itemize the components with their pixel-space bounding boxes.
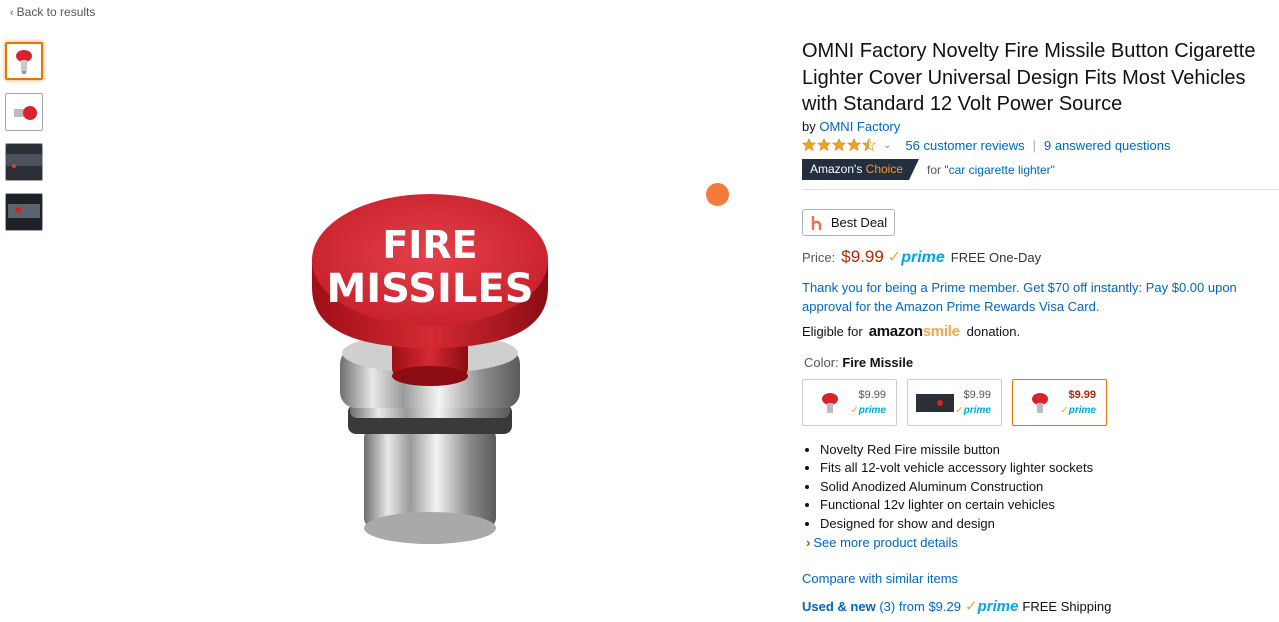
smile-logo-text: smile <box>922 323 960 340</box>
used-count-link[interactable]: (3) <box>879 599 895 614</box>
color-label: Color: Fire Missile <box>804 355 913 370</box>
star-full-icon <box>847 138 861 152</box>
prime-label: prime <box>977 598 1019 615</box>
amazons-choice-badge[interactable]: Amazon's Choice <box>802 159 910 180</box>
badge-choice: Choice <box>865 162 904 176</box>
honey-icon <box>811 215 822 230</box>
shipping-text: FREE One-Day <box>950 249 1042 265</box>
button-text-line2: MISSILES <box>326 266 533 312</box>
used-from-price[interactable]: from $9.29 <box>899 599 961 614</box>
prime-logo: ✓prime <box>888 247 945 267</box>
main-product-image[interactable]: FIRE MISSILES <box>300 188 562 550</box>
color-selected: Fire Missile <box>842 355 914 370</box>
free-shipping-text: FREE Shipping <box>1022 598 1112 614</box>
star-full-icon <box>802 138 816 152</box>
chevron-down-icon[interactable]: ⌄ <box>883 140 891 151</box>
amazonsmile-row: Eligible for amazonsmile donation. <box>802 323 1020 340</box>
used-and-new-row: Used & new (3) from $9.29 ✓prime FREE Sh… <box>802 597 1111 615</box>
for-prefix: for <box>927 162 942 177</box>
best-deal-label: Best Deal <box>830 215 888 230</box>
divider <box>802 189 1279 190</box>
feature-bullet: Functional 12v lighter on certain vehicl… <box>820 496 1093 514</box>
feature-bullet: Novelty Red Fire missile button <box>820 441 1093 459</box>
choice-for-text: for "car cigarette lighter" <box>927 163 1055 177</box>
questions-link[interactable]: 9 answered questions <box>1044 138 1170 153</box>
star-half-icon <box>862 138 876 152</box>
thumbnail-4[interactable] <box>5 193 43 231</box>
price-value: $9.99 <box>841 247 884 266</box>
swatch-price: $9.99 <box>963 389 991 401</box>
prime-label: prime <box>901 249 945 266</box>
chevron-right-icon: › <box>806 535 811 550</box>
swatch-lighter-icon <box>1032 393 1048 413</box>
thumbnail-1[interactable] <box>5 42 43 80</box>
badge-amazons: Amazon's <box>810 162 863 176</box>
thumbnail-3[interactable] <box>5 143 43 181</box>
dashboard-thumbnail-icon <box>6 144 42 180</box>
zoom-indicator[interactable] <box>706 183 729 206</box>
swatch-prime-logo: ✓prime <box>1060 405 1096 416</box>
see-more-label: See more product details <box>813 535 958 550</box>
by-prefix: by <box>802 119 816 134</box>
color-swatch-dashboard[interactable]: $9.99 ✓prime <box>907 379 1002 426</box>
swatch-price: $9.99 <box>1068 389 1096 401</box>
color-swatch-fire-missile[interactable]: $9.99 ✓prime <box>1012 379 1107 426</box>
byline: by OMNI Factory <box>802 119 900 134</box>
prime-check-icon: ✓ <box>964 598 978 615</box>
used-new-link[interactable]: Used & new <box>802 599 876 614</box>
price-label: Price: <box>802 249 836 265</box>
feature-bullets: Novelty Red Fire missile button Fits all… <box>802 441 1093 533</box>
fire-missile-lighter-image: FIRE MISSILES <box>312 194 548 544</box>
back-label: Back to results <box>16 5 96 19</box>
star-full-icon <box>817 138 831 152</box>
swatch-lighter-icon <box>822 393 838 413</box>
thumbnail-2[interactable] <box>5 93 43 131</box>
swatch-price: $9.99 <box>858 389 886 401</box>
color-label-text: Color: <box>804 355 839 370</box>
smile-suffix: donation. <box>966 324 1021 339</box>
separator: | <box>1032 137 1036 153</box>
product-title: OMNI Factory Novelty Fire Missile Button… <box>802 40 1256 115</box>
best-deal-button[interactable]: Best Deal <box>802 209 895 236</box>
badge-tail <box>909 159 920 180</box>
compare-similar-link[interactable]: Compare with similar items <box>802 571 958 586</box>
lighter-side-thumbnail-icon <box>14 106 37 120</box>
prime-visa-promo-link[interactable]: Thank you for being a Prime member. Get … <box>802 278 1272 316</box>
swatch-prime-logo: ✓prime <box>955 405 991 416</box>
amazon-logo[interactable]: amazonsmile <box>869 323 964 340</box>
feature-bullet: Designed for show and design <box>820 515 1093 533</box>
prime-check-icon: ✓ <box>887 249 902 266</box>
console-thumbnail-icon <box>6 194 42 230</box>
price-row: Price: $9.99 ✓prime FREE One-Day <box>802 246 1041 268</box>
rating-row: ⌄ 56 customer reviews | 9 answered quest… <box>802 137 1170 153</box>
lighter-thumbnail-icon <box>16 50 32 74</box>
swatch-dashboard-icon <box>916 394 954 412</box>
feature-bullet: Solid Anodized Aluminum Construction <box>820 478 1093 496</box>
chevron-left-icon: ‹ <box>10 7 14 19</box>
smile-prefix: Eligible for <box>802 324 863 339</box>
feature-bullet: Fits all 12-volt vehicle accessory light… <box>820 459 1093 477</box>
button-text-line1: FIRE <box>382 223 477 267</box>
amazon-logo-text: amazon <box>868 323 923 340</box>
swatch-prime-logo: ✓prime <box>850 405 886 416</box>
color-swatch-fire-missile-red[interactable]: $9.99 ✓prime <box>802 379 897 426</box>
reviews-link[interactable]: 56 customer reviews <box>905 138 1024 153</box>
amazons-choice-row: Amazon's Choice for "car cigarette light… <box>802 159 1055 180</box>
star-full-icon <box>832 138 846 152</box>
see-more-details-link[interactable]: › See more product details <box>806 535 958 550</box>
back-to-results-link[interactable]: ‹ Back to results <box>10 5 95 19</box>
star-rating[interactable] <box>802 138 877 152</box>
brand-link[interactable]: OMNI Factory <box>819 119 900 134</box>
choice-query-link[interactable]: "car cigarette lighter" <box>944 163 1055 177</box>
prime-logo: ✓prime <box>965 597 1018 615</box>
